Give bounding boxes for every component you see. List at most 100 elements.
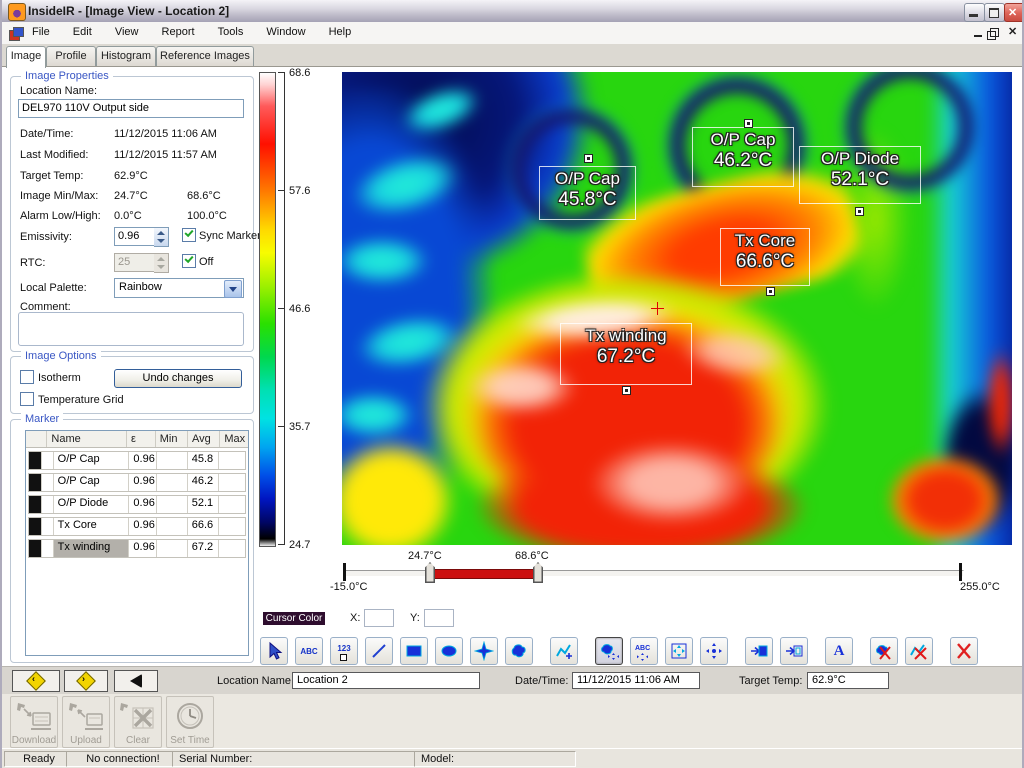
menu-help[interactable]: Help bbox=[319, 22, 362, 42]
delete-polyline-button[interactable] bbox=[905, 637, 933, 665]
marker-point[interactable] bbox=[622, 386, 631, 395]
annotation-op-cap-2[interactable]: O/P Cap 46.2°C bbox=[692, 127, 794, 187]
delete-polygon-button[interactable] bbox=[870, 637, 898, 665]
table-row-selected[interactable]: Tx winding 0.96 67.2 bbox=[28, 539, 246, 558]
marker-table[interactable]: Name ε Min Avg Max O/P Cap 0.96 45.8 O/P… bbox=[25, 430, 249, 656]
slider-low-label: 24.7°C bbox=[408, 550, 442, 562]
header-max[interactable]: Max bbox=[220, 431, 248, 447]
slider-low-handle[interactable] bbox=[425, 562, 435, 583]
emissivity-spinner[interactable] bbox=[154, 227, 169, 247]
annotation-tx-winding[interactable]: Tx winding 67.2°C bbox=[560, 323, 692, 385]
menu-file[interactable]: File bbox=[22, 22, 60, 42]
emissivity-input[interactable]: 0.96 bbox=[114, 227, 156, 246]
marker-point[interactable] bbox=[766, 287, 775, 296]
tab-histogram[interactable]: Histogram bbox=[96, 46, 156, 66]
modified-label: Last Modified: bbox=[20, 149, 88, 161]
move-point-button[interactable] bbox=[700, 637, 728, 665]
move-polygon-button[interactable] bbox=[595, 637, 623, 665]
mdi-child-icon[interactable] bbox=[9, 27, 22, 39]
menu-view[interactable]: View bbox=[105, 22, 149, 42]
annotation-op-cap-1[interactable]: O/P Cap 45.8°C bbox=[539, 166, 636, 220]
mdi-window-controls[interactable]: ✕ bbox=[974, 27, 1020, 39]
slider-active-range[interactable] bbox=[430, 569, 539, 579]
previous-location-button[interactable]: ‹ bbox=[12, 670, 60, 692]
header-epsilon[interactable]: ε bbox=[127, 431, 156, 447]
temperature-grid-checkbox[interactable] bbox=[20, 392, 34, 406]
slider-high-handle[interactable] bbox=[533, 562, 543, 583]
undo-changes-button[interactable]: Undo changes bbox=[114, 369, 242, 388]
isotherm-checkbox[interactable] bbox=[20, 370, 34, 384]
annotation-tx-core[interactable]: Tx Core 66.6°C bbox=[720, 228, 810, 286]
cursor-x-input[interactable] bbox=[364, 609, 394, 627]
palette-value: Rainbow bbox=[119, 281, 162, 293]
restore-button[interactable] bbox=[984, 3, 1005, 22]
download-icon bbox=[15, 700, 53, 732]
copy-to-image-filled-button[interactable] bbox=[745, 637, 773, 665]
delete-all-button[interactable] bbox=[950, 637, 978, 665]
marker-point[interactable] bbox=[855, 207, 864, 216]
table-row[interactable]: O/P Cap 0.96 46.2 bbox=[28, 473, 246, 492]
nav-datetime-label: Date/Time: bbox=[515, 675, 568, 687]
dropdown-button[interactable] bbox=[224, 280, 242, 298]
select-tool-button[interactable] bbox=[260, 637, 288, 665]
table-row[interactable]: Tx Core 0.96 66.6 bbox=[28, 517, 246, 536]
tab-image[interactable]: Image bbox=[6, 46, 46, 68]
cursor-y-input[interactable] bbox=[424, 609, 454, 627]
menu-edit[interactable]: Edit bbox=[63, 22, 102, 42]
move-text-button[interactable]: ABC bbox=[630, 637, 658, 665]
nav-datetime-input[interactable]: 11/12/2015 11:06 AM bbox=[572, 672, 700, 689]
rtc-spinner bbox=[154, 253, 169, 273]
add-polyline-point-button[interactable] bbox=[550, 637, 578, 665]
location-name-input[interactable]: DEL970 110V Output side bbox=[18, 99, 244, 118]
title-bar: InsideIR - [Image View - Location 2] ✕ bbox=[2, 0, 1024, 23]
copy-to-image-outline-button[interactable] bbox=[780, 637, 808, 665]
scale-tick: 57.6 bbox=[289, 185, 323, 197]
add-number-button[interactable]: 123 bbox=[330, 637, 358, 665]
nav-target-input[interactable]: 62.9°C bbox=[807, 672, 889, 689]
move-markers-button[interactable] bbox=[665, 637, 693, 665]
sync-markers-checkbox[interactable] bbox=[182, 228, 196, 242]
draw-polygon-button[interactable] bbox=[505, 637, 533, 665]
marker-point[interactable] bbox=[744, 119, 753, 128]
header-avg[interactable]: Avg bbox=[188, 431, 220, 447]
thermal-image[interactable]: O/P Cap 45.8°C O/P Cap 46.2°C O/P Diode … bbox=[342, 72, 1012, 545]
mdi-restore-icon2[interactable] bbox=[990, 28, 999, 37]
add-text-button[interactable]: ABC bbox=[295, 637, 323, 665]
marker-point[interactable] bbox=[584, 154, 593, 163]
menu-report[interactable]: Report bbox=[152, 22, 205, 42]
mdi-minimize-icon[interactable] bbox=[974, 35, 982, 37]
status-ready: Ready bbox=[4, 751, 68, 767]
next-location-button[interactable]: › bbox=[64, 670, 108, 692]
rtc-off-checkbox[interactable] bbox=[182, 254, 196, 268]
font-icon: A bbox=[834, 643, 845, 660]
tab-reference-images[interactable]: Reference Images bbox=[156, 46, 254, 66]
image-min-value: 24.7°C bbox=[114, 190, 148, 202]
marker-table-header: Name ε Min Avg Max bbox=[26, 431, 248, 448]
font-button[interactable]: A bbox=[825, 637, 853, 665]
draw-line-button[interactable] bbox=[365, 637, 393, 665]
menu-tools[interactable]: Tools bbox=[208, 22, 254, 42]
header-name[interactable]: Name bbox=[47, 431, 127, 447]
minimize-icon bbox=[969, 14, 978, 17]
status-serial-number: Serial Number: bbox=[172, 751, 416, 767]
thermal-image-canvas bbox=[342, 72, 1012, 545]
nav-location-input[interactable]: Location 2 bbox=[292, 672, 480, 689]
header-min[interactable]: Min bbox=[156, 431, 188, 447]
minimize-button[interactable] bbox=[964, 3, 985, 22]
polygon-delete-icon bbox=[874, 641, 894, 661]
close-button[interactable]: ✕ bbox=[1004, 3, 1024, 22]
polygon-icon bbox=[509, 641, 529, 661]
menu-window[interactable]: Window bbox=[256, 22, 315, 42]
mdi-close-icon[interactable]: ✕ bbox=[1008, 25, 1017, 38]
table-row[interactable]: O/P Diode 0.96 52.1 bbox=[28, 495, 246, 514]
tab-profile[interactable]: Profile bbox=[46, 46, 96, 66]
palette-dropdown[interactable]: Rainbow bbox=[114, 278, 244, 298]
draw-star-button[interactable] bbox=[470, 637, 498, 665]
annotation-op-diode[interactable]: O/P Diode 52.1°C bbox=[799, 146, 921, 204]
comment-textarea[interactable] bbox=[18, 312, 244, 346]
back-button[interactable] bbox=[114, 670, 158, 692]
draw-ellipse-button[interactable] bbox=[435, 637, 463, 665]
table-row[interactable]: O/P Cap 0.96 45.8 bbox=[28, 451, 246, 470]
draw-rectangle-button[interactable] bbox=[400, 637, 428, 665]
cursor-x-label: X: bbox=[350, 612, 360, 624]
